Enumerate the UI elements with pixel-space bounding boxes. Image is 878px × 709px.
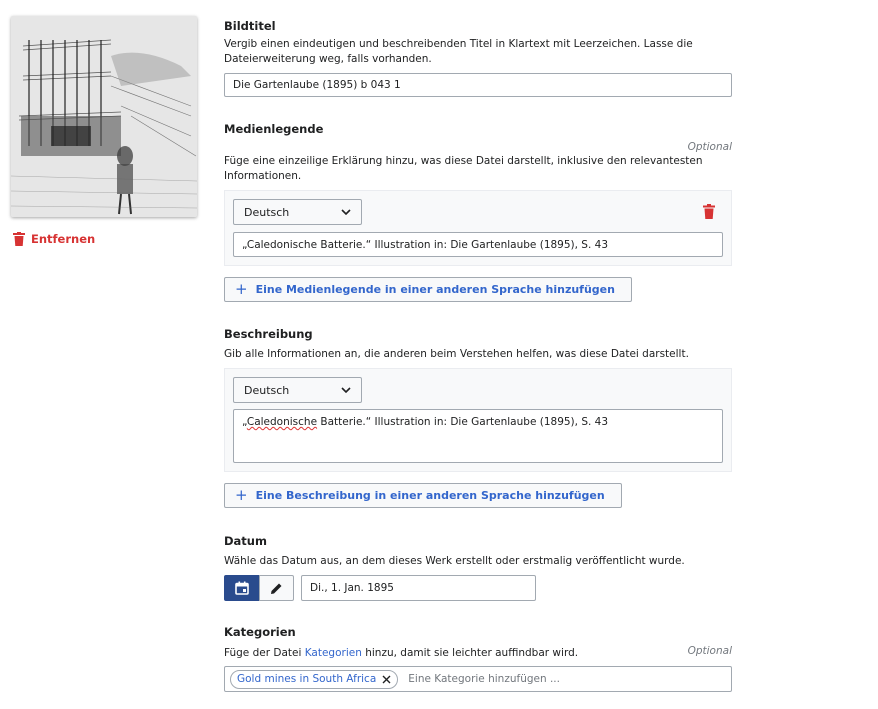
add-description-label: Eine Beschreibung in einer anderen Sprac… [255, 489, 605, 502]
add-caption-language-button[interactable]: + Eine Medienlegende in einer anderen Sp… [224, 277, 632, 302]
description-text-misspelled: Caledonische [246, 416, 318, 428]
calendar-mode-button[interactable] [224, 575, 259, 601]
description-text-rest: Batterie.“ Illustration in: Die Gartenla… [317, 416, 609, 428]
category-help-prefix: Füge der Datei [224, 647, 305, 659]
categories-link[interactable]: Kategorien [305, 647, 362, 659]
caption-language-value: Deutsch [244, 205, 290, 219]
remove-button[interactable]: Entfernen [13, 232, 95, 246]
image-thumbnail [11, 16, 197, 217]
category-chip[interactable]: Gold mines in South Africa [230, 669, 399, 689]
category-help-suffix: hinzu, damit sie leichter auffindbar wir… [361, 647, 579, 659]
caption-optional-label: Optional [687, 141, 732, 153]
description-language-value: Deutsch [244, 383, 290, 397]
caption-language-select[interactable]: Deutsch [233, 199, 362, 225]
date-help: Wähle das Datum aus, an dem dieses Werk … [224, 555, 685, 567]
plus-icon: + [235, 280, 248, 298]
close-icon[interactable] [382, 675, 391, 684]
title-help: Vergib einen eindeutigen und beschreiben… [224, 38, 693, 65]
caption-language-box: Deutsch „Caledonische Batterie.“ Illustr… [224, 190, 732, 266]
delete-caption-button[interactable] [703, 204, 715, 222]
category-chip-label: Gold mines in South Africa [237, 673, 377, 685]
caption-help: Füge eine einzeilige Erklärung hinzu, wa… [224, 155, 703, 182]
trash-icon [13, 232, 25, 246]
engraving-thumbnail-icon [11, 16, 197, 217]
title-heading: Bildtitel [224, 19, 276, 33]
description-textarea[interactable]: „Caledonische Batterie.“ Illustration in… [233, 409, 723, 463]
chevron-down-icon [341, 209, 351, 215]
edit-date-button[interactable] [259, 575, 294, 601]
category-heading: Kategorien [224, 625, 296, 639]
category-placeholder: Eine Kategorie hinzufügen ... [408, 673, 560, 685]
caption-input[interactable]: „Caledonische Batterie.“ Illustration in… [233, 232, 723, 257]
description-language-select[interactable]: Deutsch [233, 377, 362, 403]
calendar-icon [234, 581, 249, 595]
pencil-icon [271, 583, 282, 594]
title-input[interactable]: Die Gartenlaube (1895) b 043 1 [224, 73, 732, 97]
trash-icon [703, 204, 715, 219]
plus-icon: + [235, 486, 248, 504]
date-input[interactable]: Di., 1. Jan. 1895 [301, 575, 536, 601]
date-heading: Datum [224, 534, 267, 548]
remove-label: Entfernen [31, 232, 96, 246]
category-input[interactable]: Gold mines in South Africa Eine Kategori… [224, 666, 732, 692]
add-caption-label: Eine Medienlegende in einer anderen Spra… [255, 283, 615, 296]
description-heading: Beschreibung [224, 327, 313, 341]
description-language-box: Deutsch „Caledonische Batterie.“ Illustr… [224, 368, 732, 472]
category-help: Füge der Datei Kategorien hinzu, damit s… [224, 646, 704, 661]
caption-heading: Medienlegende [224, 122, 324, 136]
add-description-language-button[interactable]: + Eine Beschreibung in einer anderen Spr… [224, 483, 622, 508]
description-help: Gib alle Informationen an, die anderen b… [224, 348, 689, 360]
chevron-down-icon [341, 387, 351, 393]
